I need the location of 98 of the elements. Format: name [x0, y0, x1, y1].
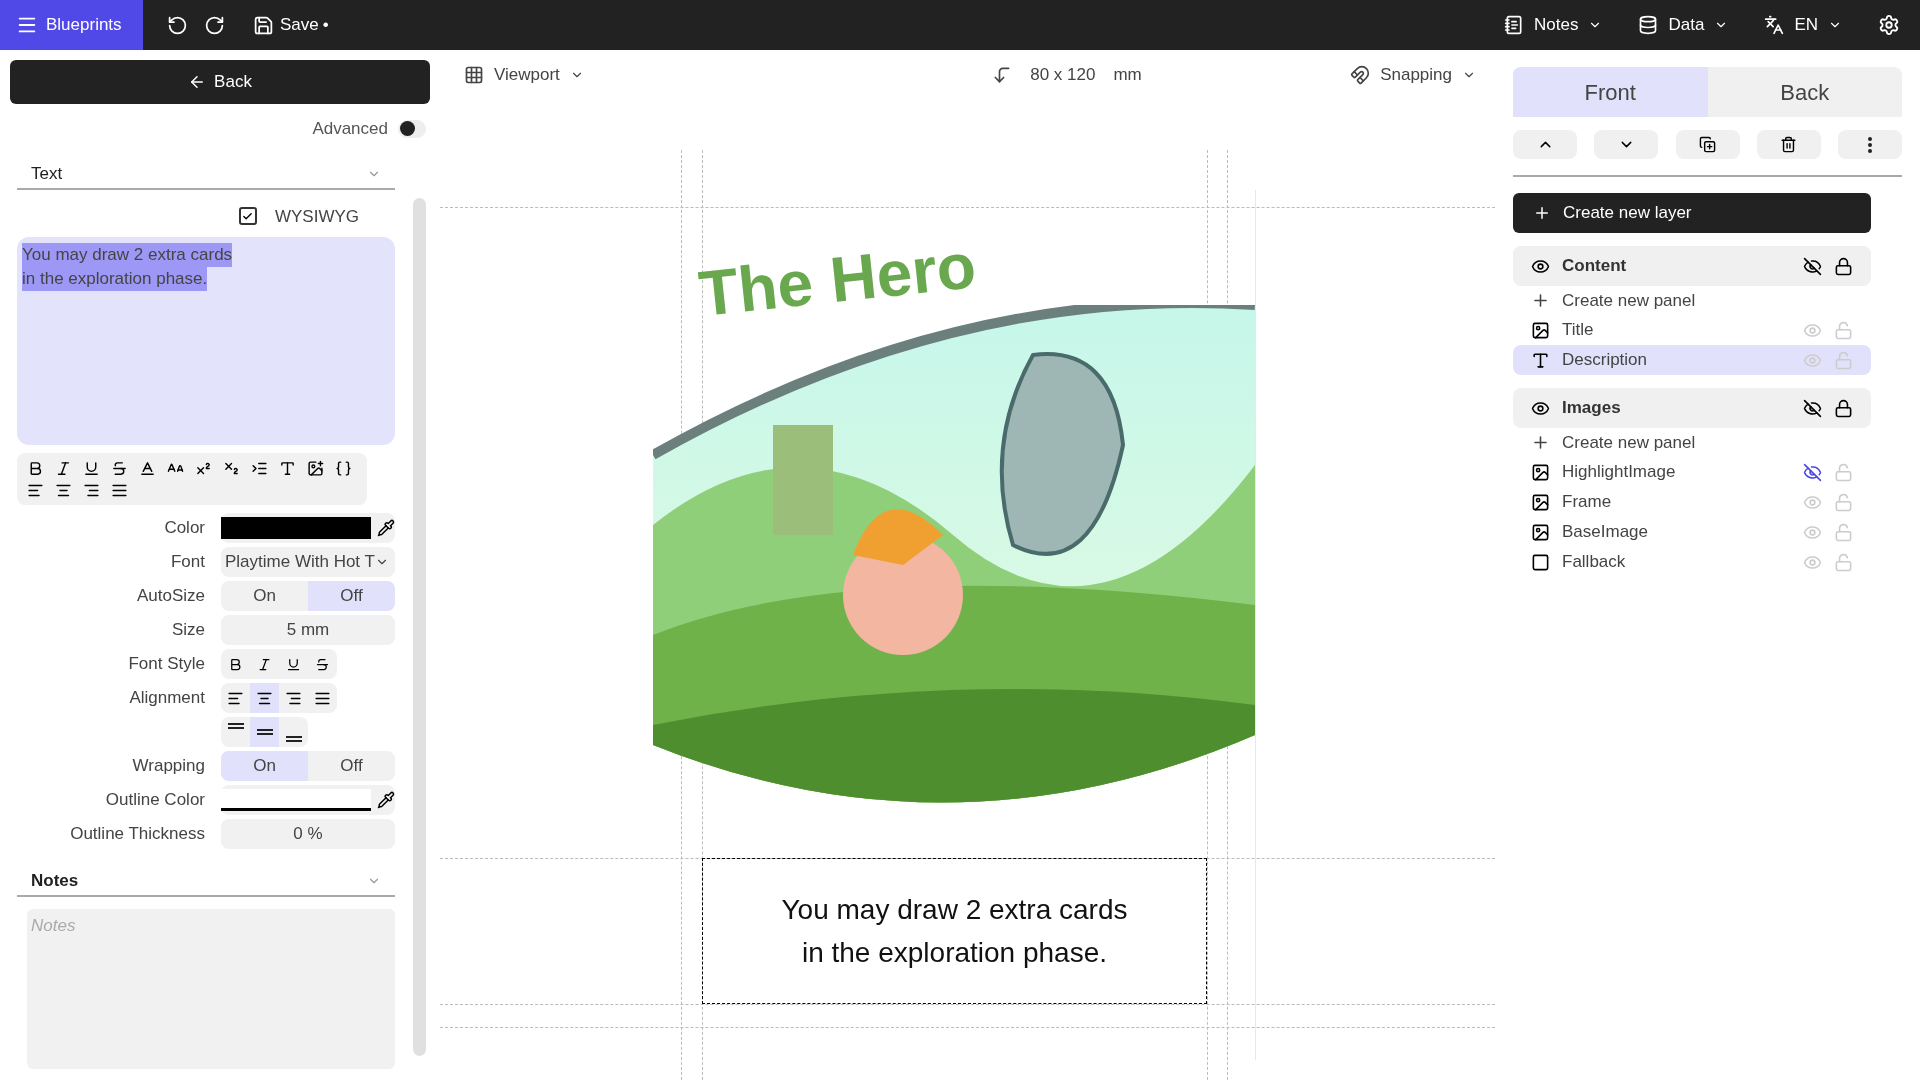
property-label: Color — [163, 517, 205, 540]
plus-icon — [1531, 433, 1550, 452]
database-icon — [1638, 15, 1659, 35]
duplicate-icon — [1699, 136, 1716, 153]
card-size: 80 x 120 — [1030, 64, 1096, 87]
redo-icon[interactable] — [204, 14, 225, 36]
property-label: Alignment — [128, 687, 205, 710]
wysiwyg-label: WYSIWYG — [274, 205, 359, 228]
image-icon — [1531, 522, 1550, 542]
section-header[interactable]: Text — [17, 159, 395, 190]
eyedropper-icon[interactable] — [377, 519, 395, 537]
create-panel-button[interactable]: Create new panel — [1513, 428, 1871, 457]
property-label: AutoSize — [135, 585, 205, 608]
snapping-menu[interactable]: Snapping — [1350, 62, 1476, 88]
menu-dropdown[interactable]: EN — [1764, 12, 1842, 38]
property-label: Wrapping — [131, 755, 205, 778]
text-icon — [1531, 350, 1550, 370]
plus-icon — [1531, 291, 1550, 310]
align-center-button[interactable] — [250, 683, 279, 713]
text-editor[interactable]: You may draw 2 extra cards in the exploration phase. — [17, 237, 395, 445]
duplicate-button[interactable] — [1675, 130, 1740, 159]
panel-name: Fallback — [1562, 551, 1627, 574]
image-icon — [1531, 462, 1550, 482]
delete-button[interactable] — [1756, 130, 1821, 159]
side-tab[interactable]: Front — [1513, 67, 1708, 117]
card-description: You may draw 2 extra cards — [781, 893, 1128, 927]
toggle-option[interactable]: Off — [308, 581, 395, 611]
lines-icon — [284, 736, 303, 742]
panel-name: Description — [1562, 349, 1649, 372]
image-icon — [1531, 320, 1550, 340]
advanced-toggle[interactable] — [398, 119, 426, 138]
more-icon — [1868, 136, 1872, 153]
toggle-option[interactable]: On — [221, 581, 308, 611]
image-icon — [1531, 492, 1550, 512]
hidden-eye-icon[interactable] — [1803, 398, 1822, 418]
panel-name: Frame — [1562, 491, 1613, 514]
input-field[interactable]: 0 % — [221, 819, 395, 849]
advanced-label: Advanced — [312, 118, 388, 140]
settings-icon[interactable] — [1878, 14, 1900, 36]
translate-icon — [1764, 15, 1785, 35]
property-label: Font — [169, 551, 205, 574]
size-unit: mm — [1113, 64, 1142, 87]
lines-icon — [255, 729, 274, 735]
blueprints-menu-button[interactable]: Blueprints — [0, 0, 143, 50]
property-label: Outline Thickness — [69, 823, 205, 846]
font-select[interactable]: Playtime With Hot T — [221, 547, 395, 577]
editor-text: You may draw 2 extra cards — [22, 243, 233, 267]
hidden-eye-icon[interactable] — [1803, 256, 1822, 276]
panel-item[interactable]: HighlightImage — [1513, 457, 1871, 487]
hidden-eye-icon[interactable] — [1803, 462, 1822, 482]
vertical-align-button[interactable] — [250, 717, 279, 747]
notebook-icon — [1504, 15, 1525, 35]
notes-field[interactable]: Notes — [27, 909, 395, 1069]
strikethrough-icon — [315, 656, 330, 672]
menu-dropdown[interactable]: Notes — [1504, 12, 1603, 38]
panel-name: Title — [1562, 319, 1595, 342]
side-tab[interactable]: Back — [1707, 67, 1902, 117]
viewport-menu[interactable]: Viewport — [464, 62, 584, 88]
card-description: in the exploration phase. — [801, 936, 1108, 970]
color-picker[interactable] — [221, 785, 395, 815]
check-icon — [242, 210, 254, 222]
save-icon — [253, 14, 274, 36]
lock-icon[interactable] — [1834, 256, 1853, 276]
lines-icon — [226, 723, 245, 729]
property-label: Size — [170, 619, 205, 642]
property-label: Outline Color — [104, 789, 205, 812]
property-label: Font Style — [127, 653, 205, 676]
grid-icon — [464, 65, 484, 85]
wysiwyg-checkbox[interactable] — [238, 207, 257, 226]
toggle-option[interactable]: Off — [308, 751, 395, 781]
square-icon — [1531, 552, 1550, 572]
color-picker[interactable] — [221, 513, 395, 543]
italic-icon — [257, 656, 272, 672]
toggle-option[interactable]: On — [221, 751, 308, 781]
underline-icon — [286, 656, 301, 672]
magnet-icon — [1350, 65, 1371, 85]
menu-dropdown[interactable]: Data — [1638, 12, 1729, 38]
font-value: Playtime With Hot T — [225, 551, 375, 574]
layer-header[interactable]: Images — [1513, 388, 1871, 428]
plus-icon — [1533, 204, 1551, 222]
panel-name: HighlightImage — [1562, 461, 1677, 484]
section-header[interactable]: Notes — [17, 867, 395, 897]
card-title: The Hero — [695, 228, 981, 332]
back-button[interactable]: Back — [10, 60, 430, 104]
eyedropper-icon[interactable] — [377, 791, 395, 809]
trash-icon — [1780, 136, 1798, 153]
create-layer-button[interactable]: Create new layer — [1513, 193, 1871, 233]
create-panel-button[interactable]: Create new panel — [1513, 286, 1871, 315]
undo-icon[interactable] — [167, 14, 188, 36]
lock-icon[interactable] — [1834, 398, 1853, 418]
input-field[interactable]: 5 mm — [221, 615, 395, 645]
unsaved-marker: • — [322, 14, 329, 37]
save-button[interactable]: Save — [253, 12, 319, 38]
panel-name: BaseImage — [1562, 521, 1649, 544]
scrollbar[interactable] — [413, 198, 426, 1056]
layer-header[interactable]: Content — [1513, 246, 1871, 286]
bold-icon — [228, 656, 243, 672]
editor-text: in the exploration phase. — [22, 267, 208, 291]
